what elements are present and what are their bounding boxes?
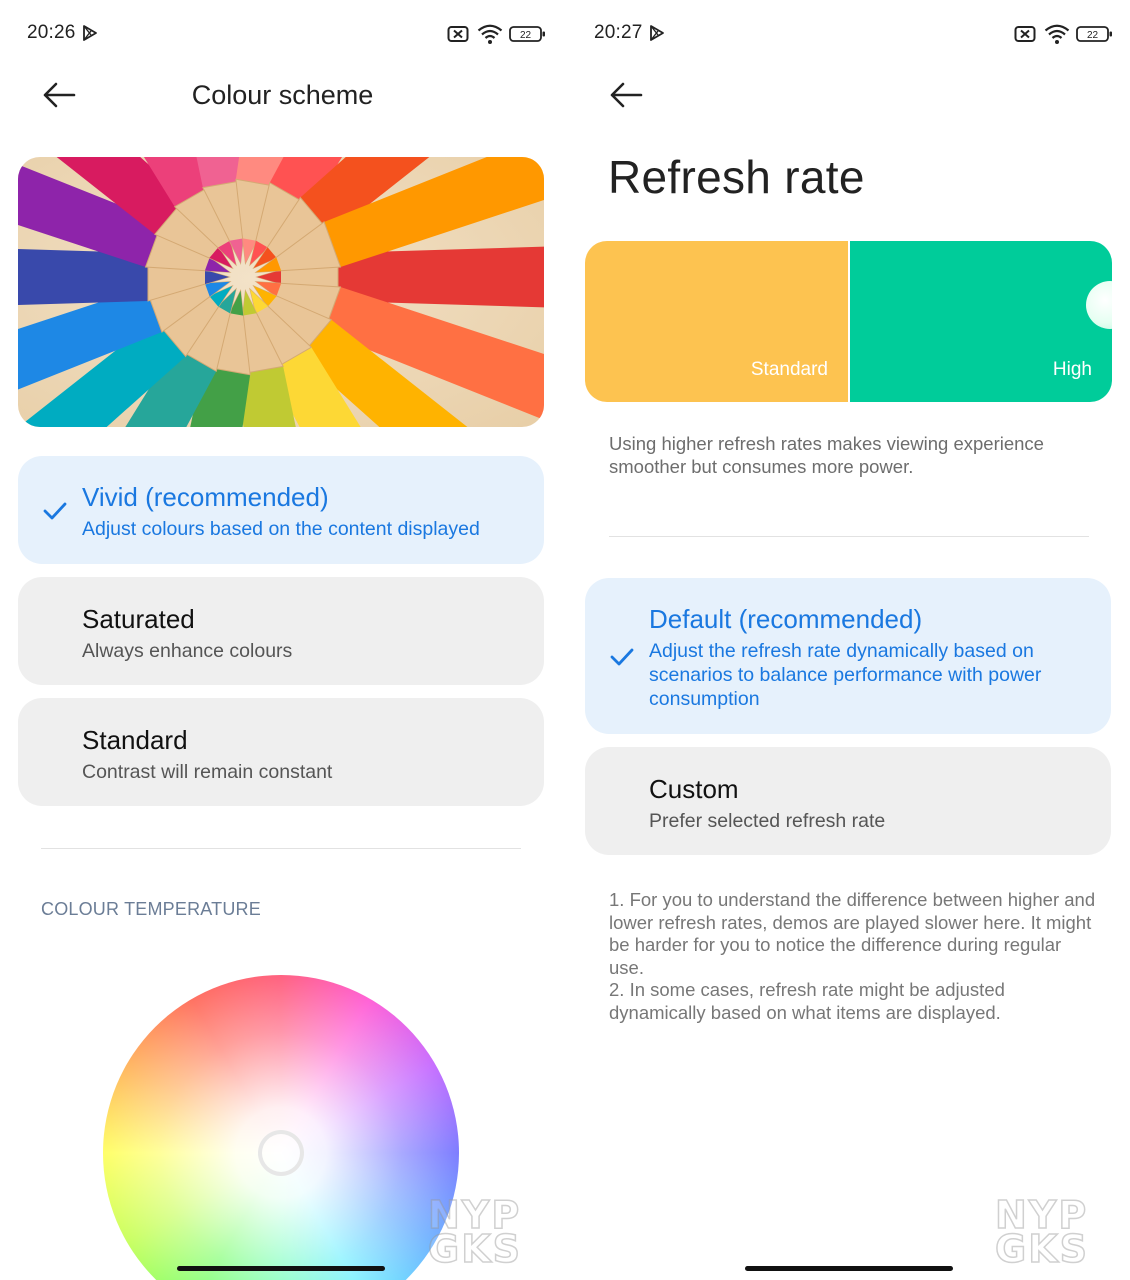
option-subtitle: Prefer selected refresh rate (649, 810, 886, 832)
refresh-rate-notes: 1. For you to understand the difference … (609, 889, 1096, 1023)
option-subtitle: Adjust colours based on the content disp… (82, 518, 480, 540)
status-icons: 22 (447, 22, 547, 46)
status-time: 20:27 (594, 22, 643, 43)
watermark: NYP GKS (994, 1195, 1090, 1271)
status-icons: 22 (1014, 22, 1114, 46)
option-title: Standard (82, 725, 188, 755)
watermark-line2: GKS (427, 1227, 523, 1271)
wifi-icon (477, 24, 503, 44)
check-icon (610, 648, 634, 666)
divider (41, 848, 521, 849)
status-bar: 20:26 22 (27, 20, 547, 48)
colour-scheme-screen: 20:26 22 Colour scheme Vivid (recommende… (0, 0, 565, 1280)
option-title: Default (recommended) (649, 604, 923, 634)
watermark: NYP GKS (427, 1195, 523, 1271)
play-store-icon (650, 25, 664, 41)
high-rate-preview[interactable]: High (850, 241, 1112, 402)
colour-temperature-wheel[interactable] (103, 975, 459, 1280)
page-title: Colour scheme (191, 80, 374, 110)
page-title: Refresh rate (608, 151, 865, 203)
option-title: Custom (649, 774, 739, 804)
colour-pencils-illustration (18, 157, 544, 427)
play-store-icon (83, 25, 97, 41)
wifi-icon (1044, 24, 1070, 44)
colour-wheel-handle[interactable] (258, 1130, 304, 1176)
refresh-rate-screen: 20:27 22 Refresh rate Standard High Usin… (567, 0, 1130, 1280)
option-subtitle: Always enhance colours (82, 640, 293, 662)
option-title: Vivid (recommended) (82, 482, 329, 512)
option-subtitle: Adjust the refresh rate dynamically base… (649, 640, 1042, 710)
status-time: 20:26 (27, 22, 76, 43)
option-custom[interactable]: Custom Prefer selected refresh rate (585, 747, 1111, 855)
option-default[interactable]: Default (recommended) Adjust the refresh… (585, 578, 1111, 734)
watermark-line2: GKS (994, 1227, 1090, 1271)
battery-level: 22 (1087, 30, 1099, 41)
demo-ball (1086, 281, 1112, 329)
home-indicator[interactable] (177, 1266, 385, 1271)
high-rate-label: High (1052, 359, 1092, 380)
battery-level: 22 (520, 30, 532, 41)
battery-icon: 22 (1076, 26, 1112, 42)
option-saturated[interactable]: Saturated Always enhance colours (18, 577, 544, 685)
colour-pencils-image (18, 157, 544, 427)
battery-saver-icon (1014, 26, 1036, 42)
refresh-rate-description: Using higher refresh rates makes viewing… (609, 433, 1044, 477)
standard-rate-label: Standard (750, 359, 828, 380)
battery-icon: 22 (509, 26, 545, 42)
divider (609, 536, 1089, 537)
status-bar: 20:27 22 (594, 20, 1114, 48)
check-icon (43, 502, 67, 520)
option-vivid[interactable]: Vivid (recommended) Adjust colours based… (18, 456, 544, 564)
option-subtitle: Contrast will remain constant (82, 761, 333, 783)
battery-saver-icon (447, 26, 469, 42)
section-label: COLOUR TEMPERATURE (41, 899, 261, 919)
back-arrow-icon[interactable] (608, 80, 644, 110)
refresh-rate-preview: Standard High (585, 241, 1112, 402)
home-indicator[interactable] (745, 1266, 953, 1271)
option-title: Saturated (82, 604, 195, 634)
option-standard[interactable]: Standard Contrast will remain constant (18, 698, 544, 806)
standard-rate-preview[interactable]: Standard (585, 241, 848, 402)
